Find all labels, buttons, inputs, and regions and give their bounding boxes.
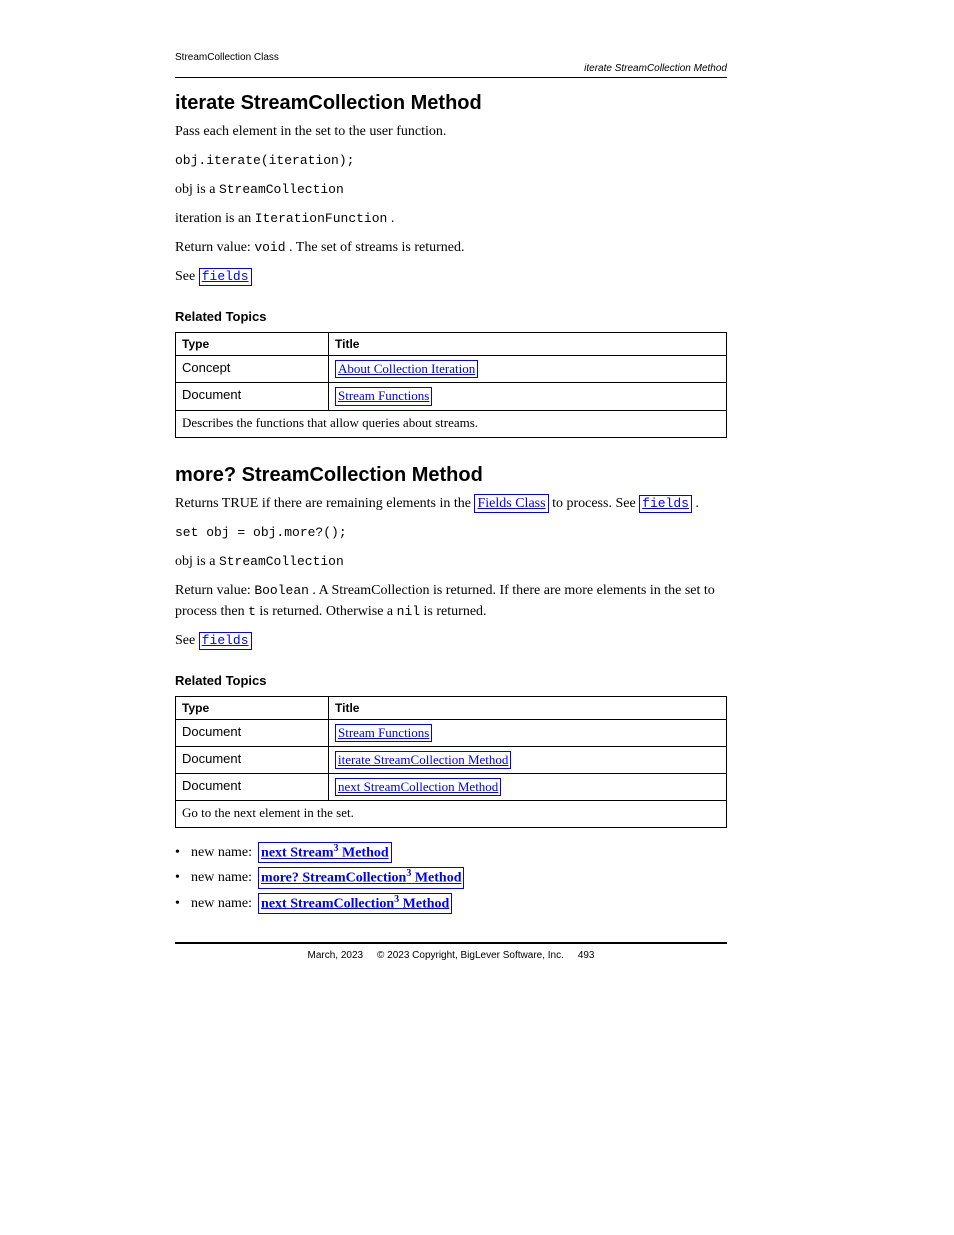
table-row: Go to the next element in the set.	[176, 801, 727, 828]
iterate-iteration-type: IterationFunction	[255, 211, 388, 226]
table-row: Document next StreamCollection Method	[176, 774, 727, 801]
link-fields-1[interactable]: fields	[199, 268, 252, 286]
row-type-1-1: Document	[176, 383, 329, 410]
link-stream-functions-1[interactable]: Stream Functions	[335, 387, 432, 405]
bullet-icon	[175, 842, 185, 863]
link-more-streamcollection[interactable]: more? StreamCollection3 Method	[258, 867, 464, 888]
link-collection-iteration[interactable]: About Collection Iteration	[335, 360, 478, 378]
bullet-icon	[175, 867, 185, 888]
more-related-table: Type Title Document Stream Functions Doc…	[175, 696, 727, 829]
iterate-desc: Pass each element in the set to the user…	[175, 121, 727, 142]
row-desc-2: Go to the next element in the set.	[182, 805, 720, 821]
iterate-see-label: See	[175, 269, 199, 284]
row-type-2-0: Document	[176, 719, 329, 746]
iterate-iteration-lead: iteration is an	[175, 211, 255, 226]
bullet-icon	[175, 893, 185, 914]
more-desc-3: .	[695, 496, 699, 511]
link-next-streamcollection[interactable]: next StreamCollection3 Method	[258, 893, 452, 914]
table-row: Document Stream Functions	[176, 383, 727, 410]
col-type-2: Type	[176, 696, 329, 719]
row-desc-1: Describes the functions that allow queri…	[182, 415, 720, 431]
table-row: Document Stream Functions	[176, 719, 727, 746]
section-iterate-title: iterate StreamCollection Method	[175, 92, 727, 115]
more-return-lead: Return value:	[175, 583, 254, 598]
more-return-type: Boolean	[254, 583, 309, 598]
col-title-1: Title	[329, 333, 727, 356]
iterate-obj-lead: obj is a	[175, 182, 219, 197]
link-iterate-method[interactable]: iterate StreamCollection Method	[335, 751, 511, 769]
header-rule	[175, 77, 727, 78]
row-type-2-2: Document	[176, 774, 329, 801]
table-row: Describes the functions that allow queri…	[176, 410, 727, 437]
more-desc-1: Returns TRUE if there are remaining elem…	[175, 496, 474, 511]
link-next-method[interactable]: next StreamCollection Method	[335, 778, 501, 796]
header-right: iterate StreamCollection Method	[175, 63, 727, 74]
related-topics-2: Related Topics	[175, 673, 727, 688]
more-desc-2: to process. See	[552, 496, 639, 511]
footer-copyright: © 2023 Copyright, BigLever Software, Inc…	[377, 950, 564, 961]
more-return-after: is returned.	[424, 604, 487, 619]
iterate-return-lead: Return value:	[175, 240, 254, 255]
col-title-2: Title	[329, 696, 727, 719]
row-type-1-0: Concept	[176, 356, 329, 383]
table-row: Concept About Collection Iteration	[176, 356, 727, 383]
footer-date: March, 2023	[307, 950, 363, 961]
header-left: StreamCollection Class	[175, 52, 727, 63]
iterate-return-void: void	[254, 240, 285, 255]
link-next-stream-method[interactable]: next Stream3 Method	[258, 842, 392, 863]
iterate-iteration-tail: .	[391, 211, 395, 226]
more-return-tail: is returned. Otherwise a	[259, 604, 396, 619]
more-obj-lead: obj is a	[175, 554, 219, 569]
bullet-1-pre: new name:	[191, 842, 252, 863]
bullet-3-pre: new name:	[191, 893, 252, 914]
link-fields-3[interactable]: fields	[199, 632, 252, 650]
iterate-related-table: Type Title Concept About Collection Iter…	[175, 332, 727, 438]
footer-rule	[175, 942, 727, 944]
link-fields-2[interactable]: fields	[639, 495, 692, 513]
more-return-t: t	[248, 604, 256, 619]
iterate-signature: obj.iterate(iteration);	[175, 153, 354, 168]
col-type-1: Type	[176, 333, 329, 356]
related-topics-1: Related Topics	[175, 309, 727, 324]
iterate-obj-type: StreamCollection	[219, 182, 344, 197]
section-more-title: more? StreamCollection Method	[175, 464, 727, 487]
link-stream-functions-2[interactable]: Stream Functions	[335, 724, 432, 742]
iterate-return-tail: . The set of streams is returned.	[289, 240, 464, 255]
more-signature: set obj = obj.more?();	[175, 525, 347, 540]
link-fields-class[interactable]: Fields Class	[474, 494, 548, 514]
row-type-2-1: Document	[176, 746, 329, 773]
more-see-label: See	[175, 633, 199, 648]
bullet-2-pre: new name:	[191, 867, 252, 888]
table-row: Document iterate StreamCollection Method	[176, 746, 727, 773]
more-obj-type: StreamCollection	[219, 554, 344, 569]
more-return-nil: nil	[397, 604, 420, 619]
footer-page: 493	[578, 950, 595, 961]
